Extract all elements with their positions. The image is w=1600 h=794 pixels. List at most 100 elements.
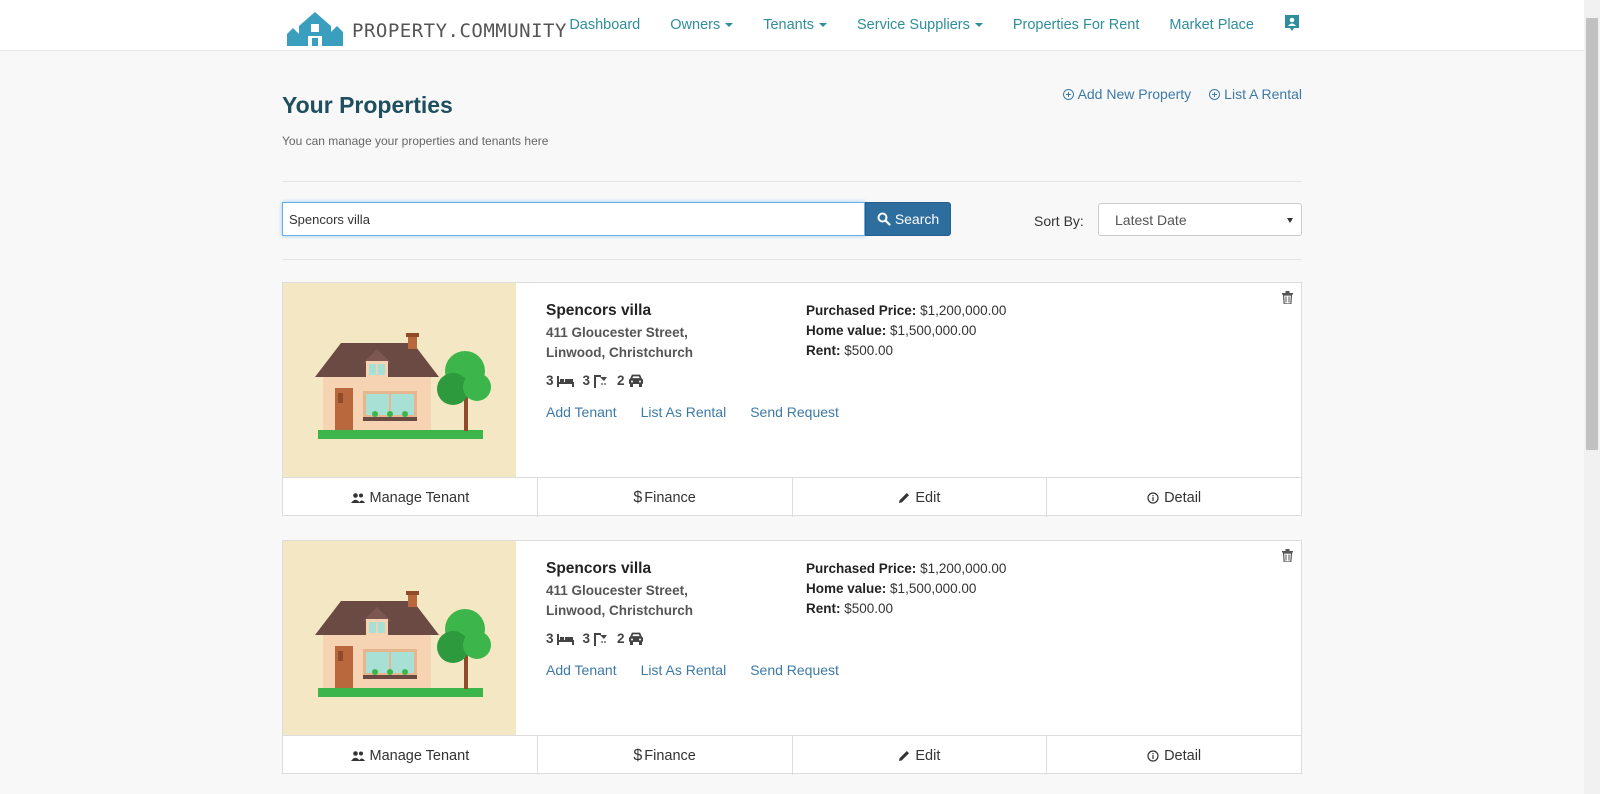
property-image[interactable] [283, 283, 516, 477]
edit-label: Edit [915, 747, 941, 764]
property-image[interactable] [283, 541, 516, 735]
list-a-rental-label: List A Rental [1224, 86, 1302, 102]
brand-logo[interactable]: PROPERTY.COMMUNITY [286, 4, 567, 46]
rent-value: $500.00 [844, 601, 894, 616]
nav-dashboard[interactable]: Dashboard [569, 17, 640, 33]
manage-tenant-button[interactable]: Manage Tenant [283, 478, 538, 517]
top-navbar: PROPERTY.COMMUNITY Dashboard Owners Tena… [0, 0, 1584, 51]
list-a-rental-link[interactable]: List A Rental [1209, 86, 1302, 102]
house-illustration [315, 333, 491, 439]
divider [282, 259, 1302, 260]
property-features: 3 3 2 [546, 631, 653, 646]
finance-button[interactable]: $ Finance [538, 478, 793, 517]
parking-count: 2 [617, 373, 625, 388]
nav-owners-label: Owners [670, 17, 721, 33]
finance-button[interactable]: $ Finance [538, 736, 793, 775]
people-icon [350, 750, 365, 761]
add-new-property-link[interactable]: Add New Property [1062, 86, 1192, 102]
circle-plus-icon [1062, 88, 1074, 100]
car-icon [628, 374, 644, 387]
bedroom-count: 3 [546, 373, 554, 388]
detail-label: Detail [1164, 489, 1202, 506]
purchased-price-row: Purchased Price: $1,200,000.00 [806, 559, 1006, 579]
list-as-rental-link[interactable]: List As Rental [641, 404, 727, 420]
bedroom-count: 3 [546, 631, 554, 646]
profile-button[interactable] [1284, 14, 1300, 36]
rent-label: Rent: [806, 601, 841, 616]
finance-label: Finance [644, 747, 696, 764]
purchased-price-label: Purchased Price: [806, 561, 917, 576]
house-logo-icon [287, 12, 343, 46]
search-button[interactable]: Search [865, 202, 951, 236]
pencil-icon [899, 492, 910, 503]
send-request-link[interactable]: Send Request [750, 662, 839, 678]
page-title: Your Properties [282, 92, 453, 118]
main-nav: Dashboard Owners Tenants Service Supplie… [539, 0, 1300, 50]
nav-owners[interactable]: Owners [670, 17, 734, 33]
scrollbar-thumb[interactable] [1586, 18, 1598, 450]
card-footer: Manage Tenant $ Finance Edit Detail [283, 477, 1301, 517]
page-scrollbar[interactable] [1584, 0, 1600, 794]
sort-label: Sort By: [1034, 213, 1084, 229]
nav-tenants-label: Tenants [763, 17, 815, 33]
property-actions: Add Tenant List As Rental Send Request [546, 662, 863, 678]
dollar-icon: $ [633, 746, 643, 764]
add-tenant-link[interactable]: Add Tenant [546, 404, 617, 420]
car-icon [628, 632, 644, 645]
house-illustration [315, 591, 491, 697]
detail-button[interactable]: Detail [1047, 478, 1301, 517]
caret-down-icon [725, 23, 734, 28]
circle-plus-icon [1209, 88, 1221, 100]
purchased-price-value: $1,200,000.00 [920, 561, 1007, 576]
detail-label: Detail [1164, 747, 1202, 764]
bed-icon [556, 633, 574, 645]
pencil-icon [899, 750, 910, 761]
property-card: Spencors villa 411 Gloucester Street, Li… [282, 540, 1302, 775]
caret-down-icon [974, 23, 983, 28]
property-card: Spencors villa 411 Gloucester Street, Li… [282, 282, 1302, 517]
detail-button[interactable]: Detail [1047, 736, 1301, 775]
property-name[interactable]: Spencors villa [546, 302, 651, 320]
purchased-price-row: Purchased Price: $1,200,000.00 [806, 301, 1006, 321]
people-icon [350, 492, 365, 503]
nav-service-suppliers[interactable]: Service Suppliers [857, 17, 983, 33]
shower-icon [593, 374, 608, 388]
edit-button[interactable]: Edit [793, 478, 1048, 517]
nav-service-suppliers-label: Service Suppliers [857, 17, 970, 33]
nav-market-place[interactable]: Market Place [1169, 17, 1254, 33]
home-value-label: Home value: [806, 323, 887, 338]
rent-row: Rent: $500.00 [806, 599, 1006, 619]
property-address-line1: 411 Gloucester Street, [546, 583, 688, 598]
rent-value: $500.00 [844, 343, 894, 358]
rent-row: Rent: $500.00 [806, 341, 1006, 361]
dropdown-arrow-icon [1287, 218, 1293, 223]
shower-icon [593, 632, 608, 646]
dollar-icon: $ [633, 488, 643, 506]
property-prices: Purchased Price: $1,200,000.00 Home valu… [806, 301, 1006, 361]
trash-icon[interactable] [1282, 549, 1293, 567]
rent-label: Rent: [806, 343, 841, 358]
nav-tenants[interactable]: Tenants [763, 17, 828, 33]
list-as-rental-link[interactable]: List As Rental [641, 662, 727, 678]
manage-tenant-button[interactable]: Manage Tenant [283, 736, 538, 775]
home-value-value: $1,500,000.00 [890, 323, 977, 338]
sort-select[interactable]: Latest Date [1098, 203, 1302, 236]
search-input[interactable] [282, 202, 865, 236]
home-value-row: Home value: $1,500,000.00 [806, 579, 1006, 599]
manage-tenant-label: Manage Tenant [369, 747, 470, 764]
sort-selected-value: Latest Date [1115, 212, 1187, 228]
trash-icon[interactable] [1282, 291, 1293, 309]
parking-count: 2 [617, 631, 625, 646]
home-value-label: Home value: [806, 581, 887, 596]
property-address-line2: Linwood, Christchurch [546, 603, 693, 618]
contact-card-icon [1285, 15, 1299, 31]
info-icon [1147, 749, 1159, 762]
divider [282, 181, 1302, 182]
property-actions: Add Tenant List As Rental Send Request [546, 404, 863, 420]
property-name[interactable]: Spencors villa [546, 560, 651, 578]
add-tenant-link[interactable]: Add Tenant [546, 662, 617, 678]
edit-button[interactable]: Edit [793, 736, 1048, 775]
nav-properties-for-rent[interactable]: Properties For Rent [1013, 17, 1140, 33]
send-request-link[interactable]: Send Request [750, 404, 839, 420]
add-new-property-label: Add New Property [1077, 86, 1192, 102]
